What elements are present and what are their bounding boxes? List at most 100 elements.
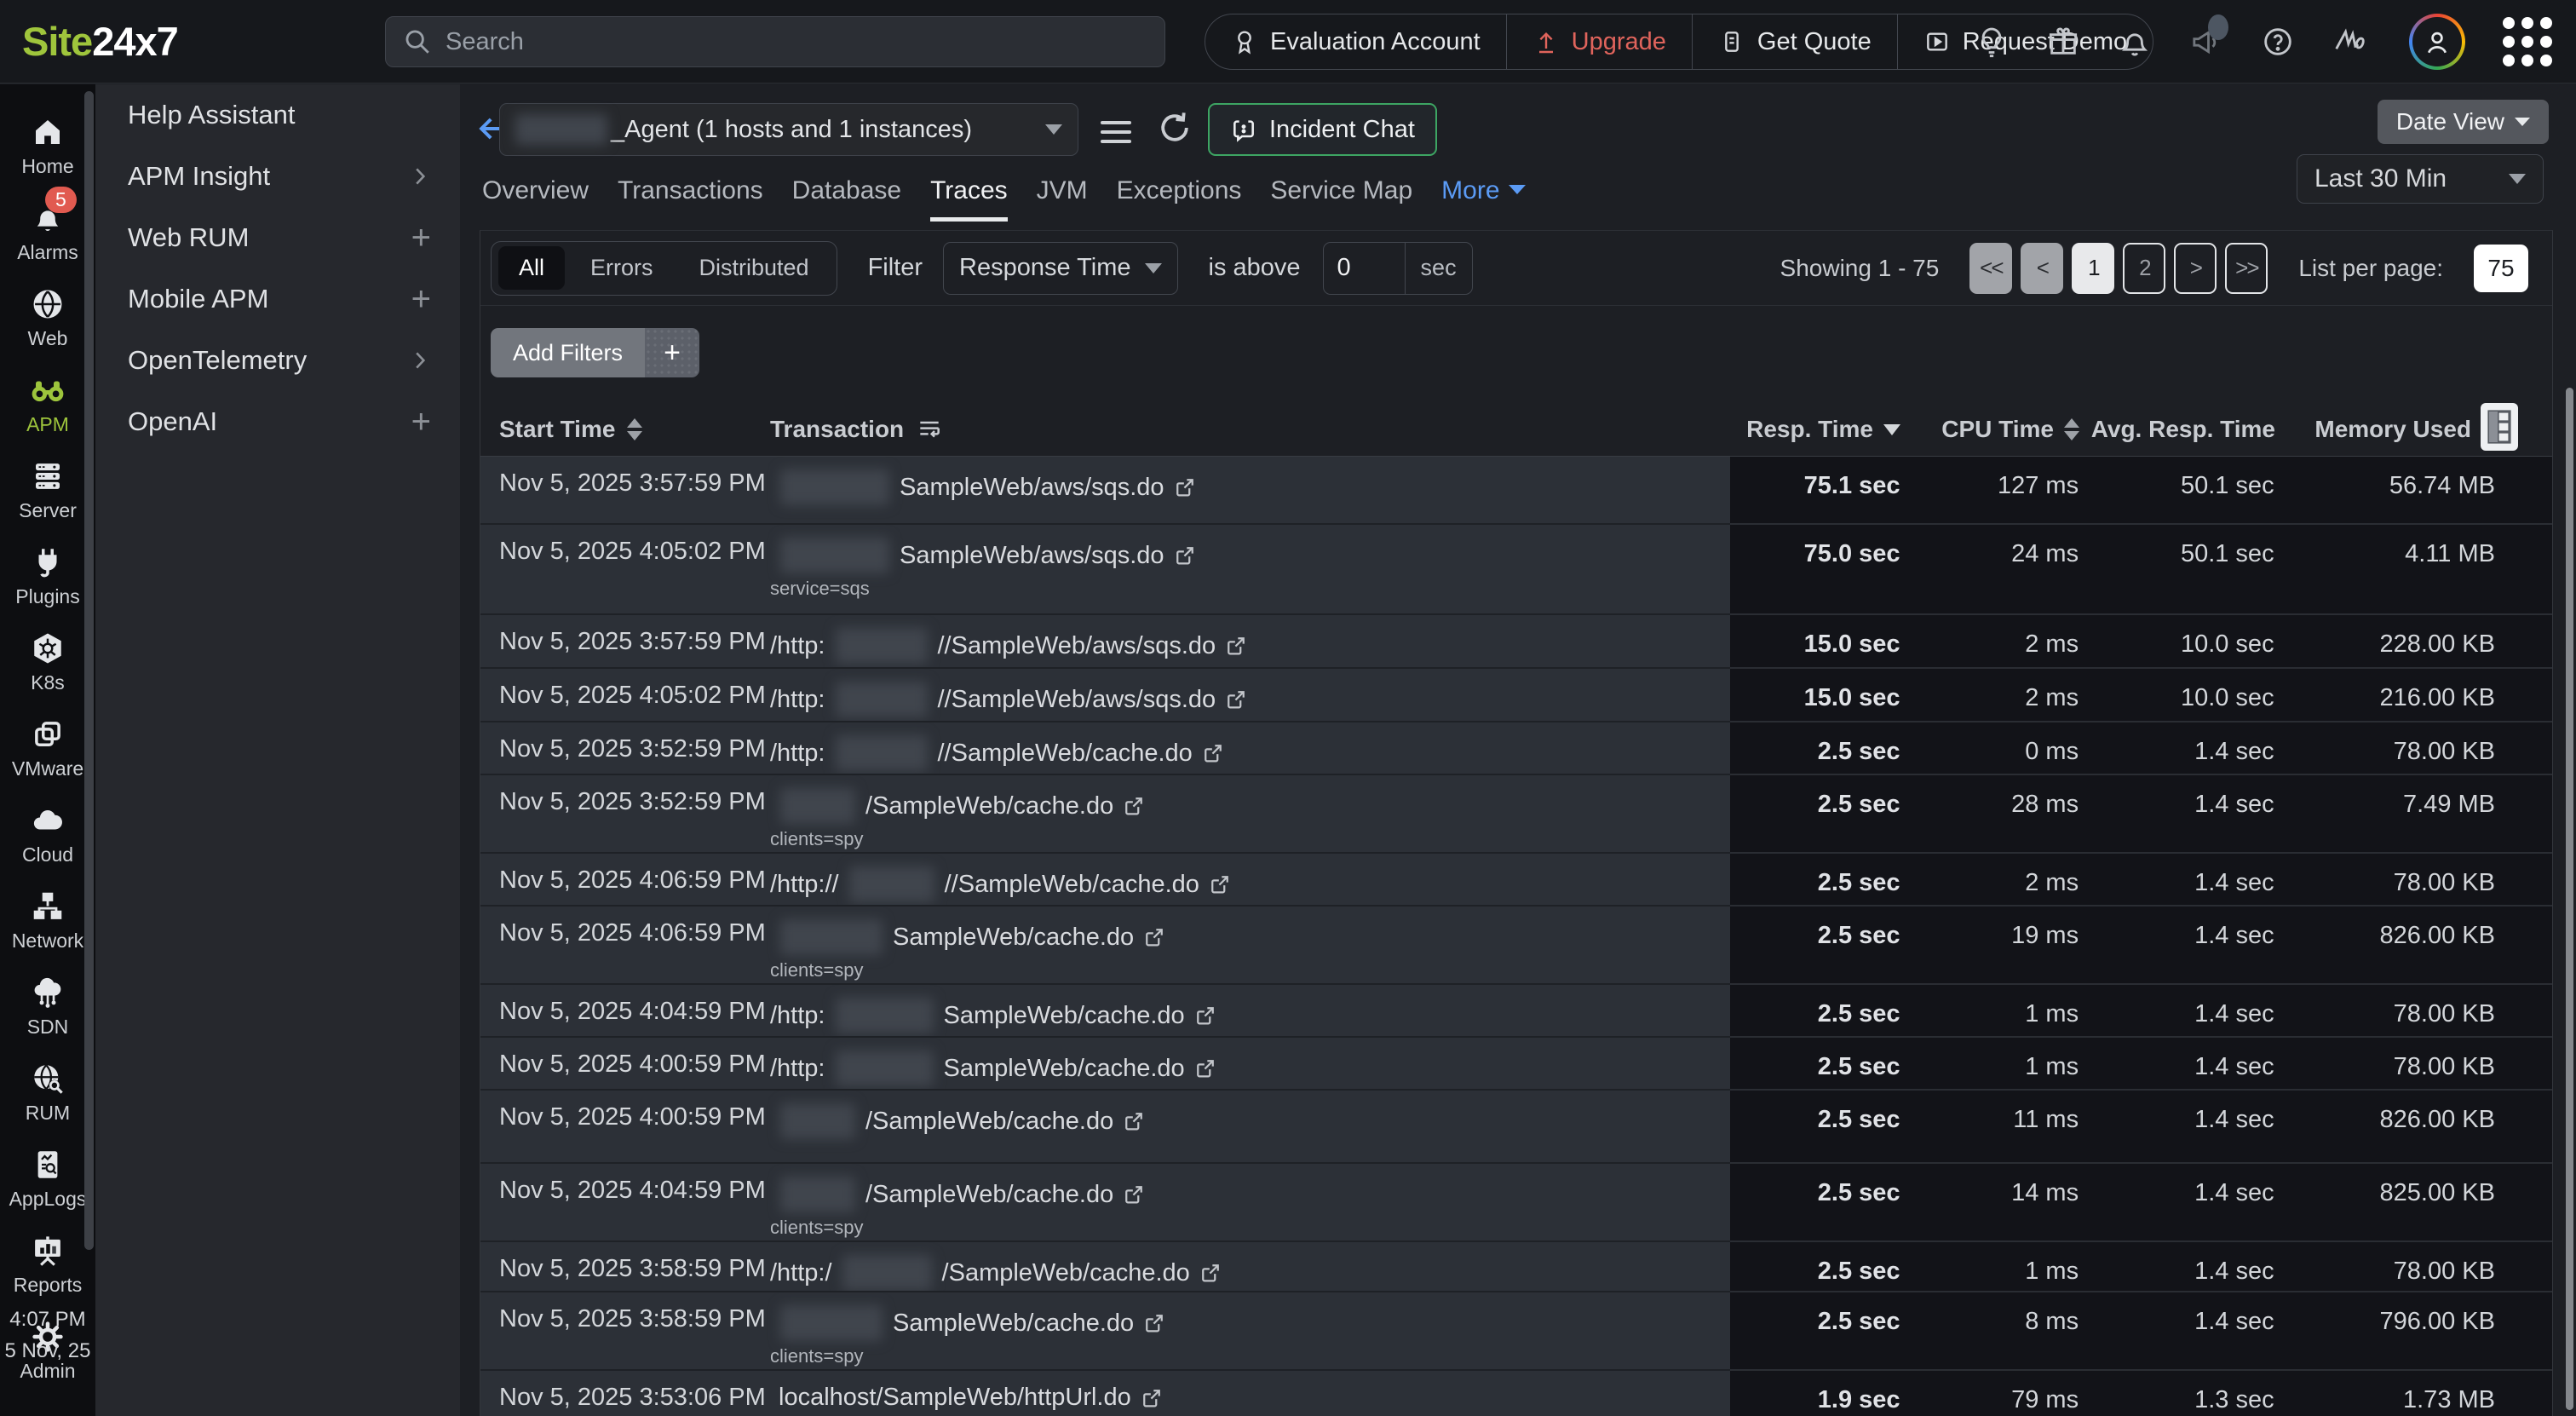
trace-transaction-link[interactable]: /SampleWeb/cache.do <box>865 1181 1113 1209</box>
pagination-page-2[interactable]: 2 <box>2123 243 2165 294</box>
sidebar-item-reports[interactable]: Reports <box>0 1222 95 1308</box>
trace-row[interactable]: Nov 5, 2025 4:00:59 PM /SampleWeb/cache.… <box>480 1091 2552 1164</box>
sidebar-item-web[interactable]: Web <box>0 275 95 361</box>
trace-transaction-link[interactable]: /SampleWeb/cache.do <box>942 1259 1190 1287</box>
column-start-time[interactable]: Start Time <box>499 416 770 443</box>
trace-transaction-link[interactable]: SampleWeb/cache.do <box>944 1002 1185 1030</box>
megaphone-icon[interactable] <box>2189 25 2223 59</box>
trace-row[interactable]: Nov 5, 2025 4:06:59 PM /http:// //Sample… <box>480 854 2552 907</box>
sort-icon[interactable] <box>627 418 642 440</box>
trace-transaction-link[interactable]: //SampleWeb/cache.do <box>945 871 1199 899</box>
column-avg-resp-time[interactable]: Avg. Resp. Time <box>2079 416 2275 443</box>
sidebar-item-server[interactable]: Server <box>0 447 95 533</box>
help-icon[interactable] <box>2261 25 2295 59</box>
refresh-icon[interactable] <box>1155 108 1194 147</box>
tab-service-map[interactable]: Service Map <box>1270 176 1412 222</box>
external-link-icon[interactable] <box>1224 634 1248 658</box>
trace-row[interactable]: Nov 5, 2025 3:52:59 PM /http: //SampleWe… <box>480 722 2552 775</box>
trace-row[interactable]: Nov 5, 2025 4:04:59 PM /http: SampleWeb/… <box>480 985 2552 1038</box>
bulb-icon[interactable] <box>1975 25 2009 59</box>
evaluation-account-button[interactable]: Evaluation Account <box>1205 14 1507 69</box>
tab-database[interactable]: Database <box>792 176 901 222</box>
bell-icon[interactable] <box>2118 25 2152 59</box>
external-link-icon[interactable] <box>1173 544 1197 567</box>
external-link-icon[interactable] <box>1199 1261 1222 1285</box>
tab-exceptions[interactable]: Exceptions <box>1117 176 1242 222</box>
submenu-item-opentelemetry[interactable]: OpenTelemetry <box>95 330 460 391</box>
trace-row[interactable]: Nov 5, 2025 4:00:59 PM /http: SampleWeb/… <box>480 1038 2552 1091</box>
trace-transaction-link[interactable]: SampleWeb/cache.do <box>944 1055 1185 1083</box>
trace-transaction-link[interactable]: SampleWeb/aws/sqs.do <box>900 474 1164 502</box>
submenu-item-help-assistant[interactable]: Help Assistant <box>95 84 460 146</box>
column-transaction[interactable]: Transaction <box>770 416 943 443</box>
sidebar-item-cloud[interactable]: Cloud <box>0 791 95 878</box>
sidebar-item-sdn[interactable]: SDN <box>0 964 95 1050</box>
trace-row[interactable]: Nov 5, 2025 4:05:02 PM SampleWeb/aws/sqs… <box>480 525 2552 615</box>
tab-jvm[interactable]: JVM <box>1037 176 1088 222</box>
tab-more[interactable]: More <box>1441 176 1525 222</box>
get-quote-button[interactable]: Get Quote <box>1693 14 1898 69</box>
sidebar-item-network[interactable]: Network <box>0 878 95 964</box>
submenu-item-apm-insight[interactable]: APM Insight <box>95 146 460 207</box>
tab-transactions[interactable]: Transactions <box>618 176 763 222</box>
sidebar-item-plugins[interactable]: Plugins <box>0 533 95 619</box>
avatar[interactable] <box>2409 14 2465 70</box>
threshold-input[interactable]: 0 <box>1324 243 1406 294</box>
trace-transaction-link[interactable]: //SampleWeb/aws/sqs.do <box>938 632 1216 660</box>
apps-grid-icon[interactable] <box>2503 17 2552 66</box>
trace-transaction-link[interactable]: localhost/SampleWeb/httpUrl.do <box>779 1384 1131 1412</box>
trace-row[interactable]: Nov 5, 2025 3:58:59 PM SampleWeb/cache.d… <box>480 1292 2552 1371</box>
trace-row[interactable]: Nov 5, 2025 4:05:02 PM /http: //SampleWe… <box>480 669 2552 722</box>
text-wrap-icon[interactable] <box>916 416 943 443</box>
time-range-dropdown[interactable]: Last 30 Min <box>2297 154 2544 204</box>
zia-icon[interactable] <box>2332 25 2372 59</box>
trace-transaction-link[interactable]: //SampleWeb/cache.do <box>938 740 1193 768</box>
sidebar-item-apm[interactable]: APM <box>0 361 95 447</box>
sidebar-item-home[interactable]: Home <box>0 103 95 189</box>
trace-transaction-link[interactable]: //SampleWeb/aws/sqs.do <box>938 686 1216 714</box>
segment-errors[interactable]: Errors <box>570 246 674 290</box>
trace-transaction-link[interactable]: /SampleWeb/cache.do <box>865 1108 1113 1136</box>
external-link-icon[interactable] <box>1122 794 1146 818</box>
list-per-page-input[interactable]: 75 <box>2474 245 2528 292</box>
external-link-icon[interactable] <box>1193 1004 1217 1027</box>
page-scrollbar[interactable] <box>2566 388 2573 1410</box>
pagination-page-1[interactable]: 1 <box>2072 243 2114 294</box>
trace-row[interactable]: Nov 5, 2025 4:04:59 PM /SampleWeb/cache.… <box>480 1164 2552 1242</box>
segment-distributed[interactable]: Distributed <box>679 246 830 290</box>
sidebar-item-k8s[interactable]: K8s <box>0 619 95 705</box>
trace-transaction-link[interactable]: SampleWeb/cache.do <box>893 924 1134 952</box>
menu-icon[interactable] <box>1101 115 1131 149</box>
external-link-icon[interactable] <box>1224 688 1248 711</box>
pagination-prev-button[interactable]: < <box>2021 243 2063 294</box>
column-settings-icon[interactable] <box>2479 401 2520 452</box>
incident-chat-button[interactable]: Incident Chat <box>1208 103 1437 156</box>
pagination-next-button[interactable]: > <box>2174 243 2217 294</box>
filter-field-dropdown[interactable]: Response Time <box>943 242 1178 295</box>
external-link-icon[interactable] <box>1208 872 1232 896</box>
add-filters-button[interactable]: Add Filters + <box>491 328 699 377</box>
submenu-item-openai[interactable]: OpenAI + <box>95 391 460 452</box>
external-link-icon[interactable] <box>1201 741 1225 765</box>
tab-overview[interactable]: Overview <box>482 176 589 222</box>
sidebar-item-alarms[interactable]: 5 Alarms <box>0 189 95 275</box>
trace-transaction-link[interactable]: SampleWeb/aws/sqs.do <box>900 542 1164 570</box>
trace-row[interactable]: Nov 5, 2025 3:58:59 PM /http:/ /SampleWe… <box>480 1242 2552 1292</box>
date-view-button[interactable]: Date View <box>2378 100 2549 144</box>
column-cpu-time[interactable]: CPU Time <box>1900 416 2079 443</box>
submenu-item-web-rum[interactable]: Web RUM + <box>95 207 460 268</box>
sidebar-scrollbar[interactable] <box>84 91 94 1250</box>
trace-row[interactable]: Nov 5, 2025 4:06:59 PM SampleWeb/cache.d… <box>480 907 2552 985</box>
pagination-first-button[interactable]: << <box>1969 243 2012 294</box>
trace-row[interactable]: Nov 5, 2025 3:52:59 PM /SampleWeb/cache.… <box>480 775 2552 854</box>
external-link-icon[interactable] <box>1122 1109 1146 1133</box>
sidebar-item-vmware[interactable]: VMware <box>0 705 95 791</box>
external-link-icon[interactable] <box>1193 1056 1217 1080</box>
trace-transaction-link[interactable]: SampleWeb/cache.do <box>893 1310 1134 1338</box>
tab-traces[interactable]: Traces <box>930 176 1008 222</box>
sort-icon[interactable] <box>2064 418 2079 440</box>
submenu-item-mobile-apm[interactable]: Mobile APM + <box>95 268 460 330</box>
upgrade-button[interactable]: Upgrade <box>1507 14 1693 69</box>
monitor-selector-dropdown[interactable]: _Agent (1 hosts and 1 instances) <box>499 103 1078 156</box>
global-search-input[interactable]: Search <box>385 16 1165 67</box>
